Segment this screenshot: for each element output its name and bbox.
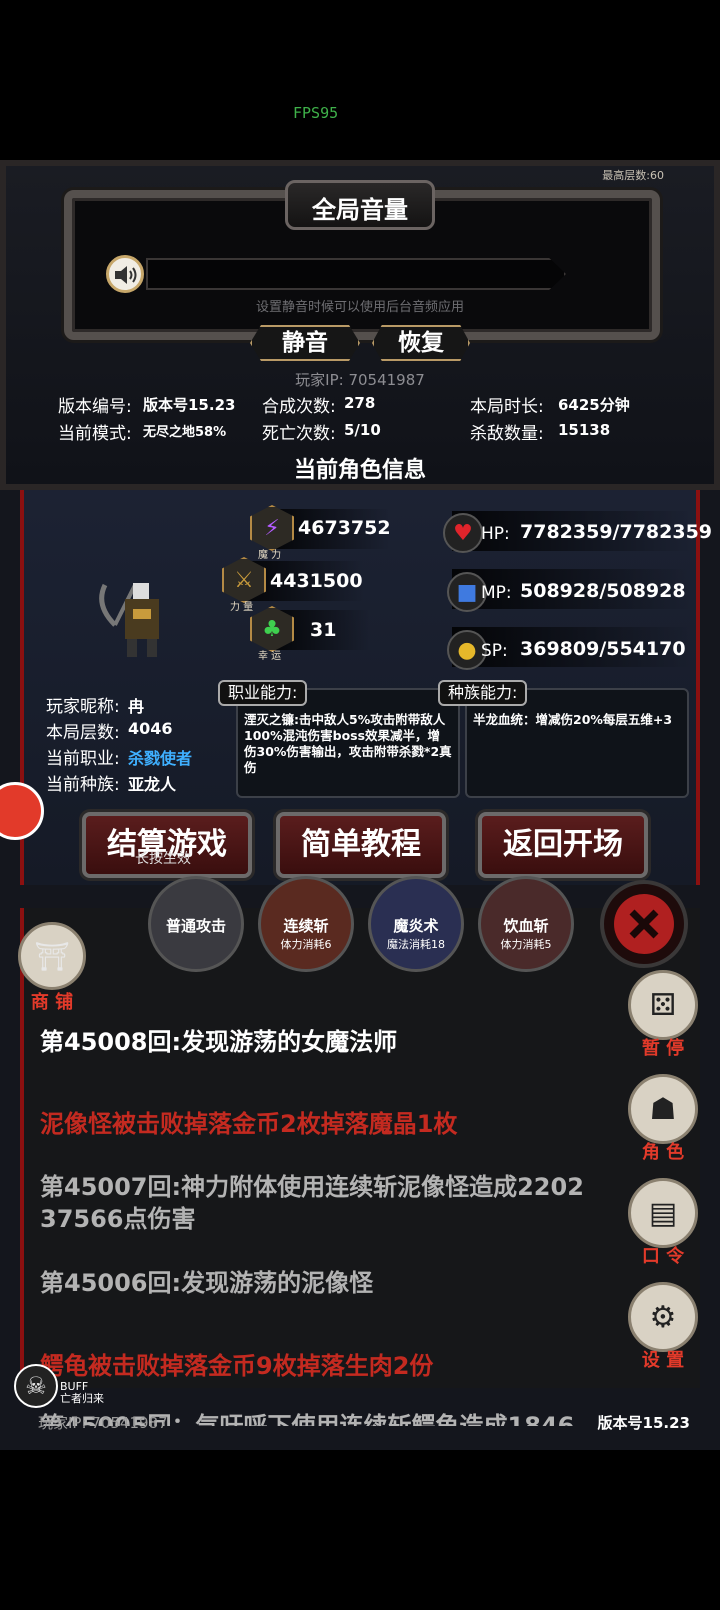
- time-value: 6425分钟: [558, 396, 630, 414]
- kills-label: 杀敌数量:: [470, 424, 544, 444]
- race-ability-tab: 种族能力:: [438, 680, 528, 706]
- skill-fireball[interactable]: 魔炎术 魔法消耗18: [368, 876, 464, 972]
- skull-icon[interactable]: ☠: [14, 1364, 58, 1408]
- floor-label: 本局层数:: [46, 723, 120, 743]
- power-value: 4431500: [270, 570, 363, 592]
- skill-name: 魔炎术: [393, 917, 439, 935]
- role-label: 角 色: [641, 1142, 685, 1163]
- magic-label: 魔 力: [258, 550, 282, 561]
- skill-blood-slash[interactable]: 饮血斩 体力消耗5: [478, 876, 574, 972]
- battle-log-panel: [20, 908, 700, 1388]
- job-ability-tab: 职业能力:: [218, 680, 308, 706]
- craft-value: 278: [344, 394, 376, 412]
- shop-label: 商 铺: [30, 992, 74, 1013]
- skill-normal-attack[interactable]: 普通攻击: [148, 876, 244, 972]
- race-label: 当前种族:: [46, 775, 120, 795]
- sp-value: 369809/554170: [520, 638, 686, 660]
- command-label: 口 令: [641, 1246, 685, 1267]
- skill-cost: 体力消耗6: [280, 938, 332, 951]
- job-label: 当前职业:: [46, 749, 120, 769]
- footer-version: 版本号15.23: [597, 1414, 690, 1432]
- shop-icon[interactable]: ⛩: [18, 922, 86, 990]
- skill-continuous-slash[interactable]: 连续斩 体力消耗6: [258, 876, 354, 972]
- mode-label: 当前模式:: [58, 424, 132, 444]
- mp-value: 508928/508928: [520, 580, 686, 602]
- version-value: 版本号15.23: [143, 396, 236, 414]
- luck-value: 31: [310, 619, 337, 641]
- log-line: 第45008回:发现游荡的女魔法师: [40, 1028, 398, 1056]
- job-ability-text: 湮灭之镰:击中敌人5%攻击附带敌人100%混沌伤害boss效果减半，增伤30%伤…: [244, 712, 452, 775]
- volume-title: 全局音量: [312, 196, 408, 224]
- skill-name: 普通攻击: [165, 917, 226, 935]
- death-value: 5/10: [344, 421, 381, 439]
- volume-slider[interactable]: [146, 258, 566, 290]
- sp-label: SP:: [481, 641, 508, 661]
- log-line: 第45006回:发现游荡的泥像怪: [40, 1269, 374, 1297]
- settings-label: 设 置: [641, 1350, 685, 1371]
- mode-value: 无尽之地58%: [143, 425, 227, 440]
- buff-name: 亡者归来: [60, 1392, 104, 1405]
- close-icon[interactable]: [600, 880, 688, 968]
- craft-label: 合成次数:: [262, 397, 336, 417]
- character-title: 当前角色信息: [293, 458, 426, 483]
- log-line: 泥像怪被击败掉落金币2枚掉落魔晶1枚: [40, 1110, 458, 1138]
- luck-label: 幸 运: [258, 651, 282, 662]
- version-label: 版本编号:: [58, 397, 132, 417]
- job-value: 杀戮使者: [128, 749, 193, 768]
- restore-button[interactable]: 恢复: [372, 325, 470, 361]
- nick-value: 冉: [128, 697, 145, 716]
- kills-value: 15138: [558, 421, 611, 439]
- pause-label: 暂 停: [641, 1038, 685, 1059]
- log-line: 鳄龟被击败掉落金币9枚掉落生肉2份: [40, 1352, 434, 1380]
- heart-icon: ♥: [443, 513, 483, 553]
- floor-value: 4046: [128, 719, 173, 738]
- log-line: 第45007回:神力附体使用连续斩泥像怪造成2202: [40, 1173, 584, 1201]
- highest-floor-label: 最高层数:60: [602, 169, 664, 182]
- footer-player-ip: 玩家IP: 70541987: [38, 1414, 168, 1432]
- nick-label: 玩家昵称:: [46, 697, 120, 717]
- scroll-icon[interactable]: ▤: [628, 1178, 698, 1248]
- speaker-icon[interactable]: [106, 255, 144, 293]
- gear-icon[interactable]: ⚙: [628, 1282, 698, 1352]
- race-value: 亚龙人: [128, 775, 177, 794]
- skill-cost: 魔法消耗18: [387, 938, 445, 951]
- skill-name: 饮血斩: [503, 917, 549, 935]
- settle-game-button[interactable]: 结算游戏: [82, 812, 252, 878]
- mp-label: MP:: [481, 583, 512, 603]
- time-label: 本局时长:: [470, 397, 544, 417]
- race-ability-text: 半龙血统：增减伤20%每层五维+3: [473, 712, 673, 727]
- buff-info: BUFF 亡者归来: [60, 1381, 104, 1405]
- player-ip: 玩家IP: 70541987: [295, 371, 425, 389]
- dice-icon[interactable]: ⚄: [628, 970, 698, 1040]
- power-label: 力 量: [230, 602, 254, 613]
- death-label: 死亡次数:: [262, 424, 336, 444]
- skill-cost: 体力消耗5: [500, 938, 552, 951]
- log-line: 37566点伤害: [40, 1205, 196, 1233]
- skill-name: 连续斩: [283, 917, 329, 935]
- return-start-button[interactable]: 返回开场: [478, 812, 648, 878]
- mute-button[interactable]: 静音: [250, 325, 360, 361]
- hp-label: HP:: [481, 524, 510, 544]
- volume-hint: 设置静音时候可以使用后台音频应用: [255, 300, 464, 315]
- tutorial-button[interactable]: 简单教程: [276, 812, 446, 878]
- character-sprite: [95, 565, 185, 665]
- fps-counter: FPS95: [293, 104, 339, 122]
- magic-value: 4673752: [298, 517, 391, 539]
- hp-value: 7782359/7782359: [520, 521, 713, 543]
- hooded-figure-icon[interactable]: ☗: [628, 1074, 698, 1144]
- long-press-hint: 长按生效: [135, 851, 191, 867]
